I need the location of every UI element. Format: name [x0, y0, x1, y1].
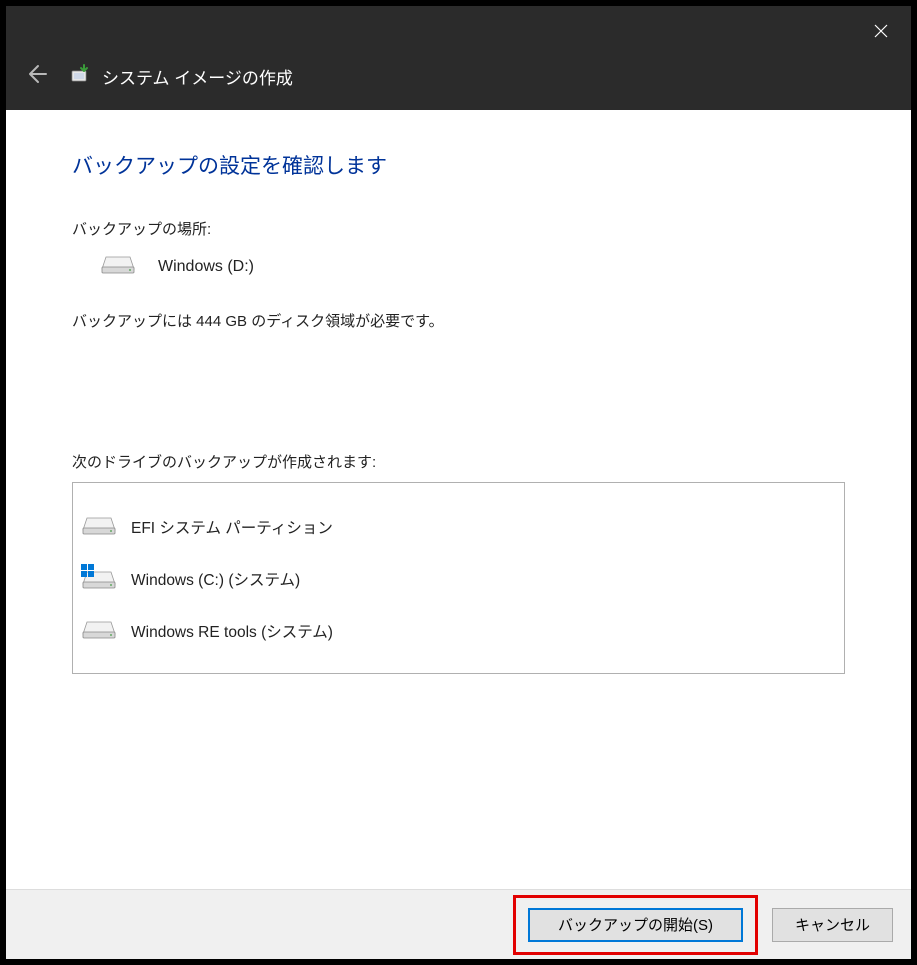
window-title: システム イメージの作成	[102, 64, 293, 89]
drive-row: EFI システム パーティション	[81, 501, 836, 553]
close-button[interactable]	[851, 6, 911, 56]
drive-name: EFI システム パーティション	[131, 516, 333, 538]
drives-list: EFI システム パーティション	[72, 482, 845, 674]
cancel-button[interactable]: キャンセル	[772, 908, 893, 942]
dialog-window: システム イメージの作成 バックアップの設定を確認します バックアップの場所: …	[6, 6, 911, 959]
drive-row: Windows RE tools (システム)	[81, 605, 836, 657]
drives-list-label: 次のドライブのバックアップが作成されます:	[72, 451, 845, 472]
drive-name: Windows (C:) (システム)	[131, 568, 300, 590]
content-area: バックアップの設定を確認します バックアップの場所: Windows (D:) …	[6, 110, 911, 889]
drive-name: Windows RE tools (システム)	[131, 620, 333, 642]
drive-icon	[81, 514, 117, 541]
backup-location-label: バックアップの場所:	[72, 218, 845, 239]
dialog-footer: バックアップの開始(S) キャンセル	[6, 889, 911, 959]
drive-icon	[81, 618, 117, 645]
highlight-annotation: バックアップの開始(S)	[513, 895, 758, 955]
backup-location-name: Windows (D:)	[158, 258, 254, 276]
close-icon	[874, 24, 888, 38]
back-arrow-icon	[24, 62, 48, 86]
back-button[interactable]	[24, 62, 48, 91]
page-heading: バックアップの設定を確認します	[72, 150, 845, 180]
start-backup-button[interactable]: バックアップの開始(S)	[528, 908, 743, 942]
backup-location-row: Windows (D:)	[100, 253, 845, 280]
drive-row: Windows (C:) (システム)	[81, 553, 836, 605]
titlebar: システム イメージの作成	[6, 6, 911, 110]
app-icon	[70, 63, 92, 90]
drive-icon	[100, 253, 136, 280]
windows-drive-icon	[81, 564, 117, 595]
backup-size-text: バックアップには 444 GB のディスク領域が必要です。	[72, 310, 845, 331]
